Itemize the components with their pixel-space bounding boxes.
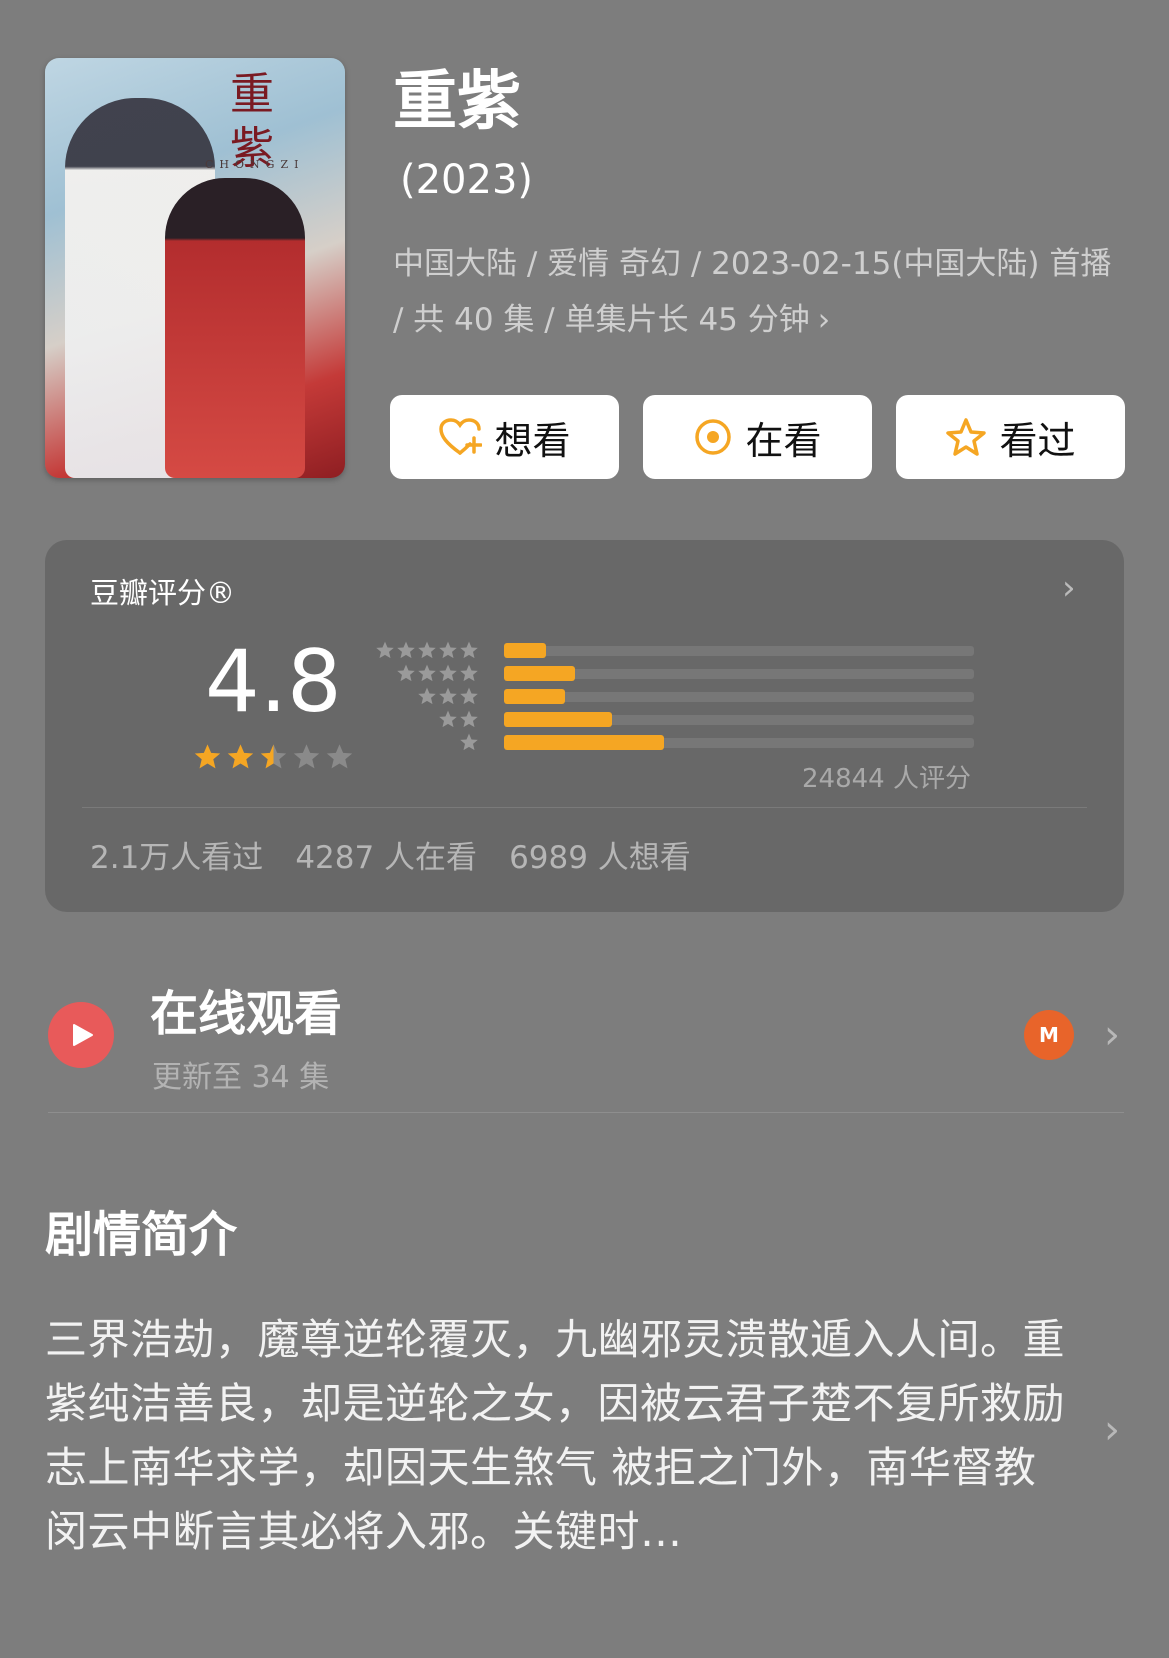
poster-figure-female (165, 178, 305, 478)
star-icon (417, 663, 437, 687)
distribution-stars (417, 686, 480, 710)
star-icon (459, 686, 479, 710)
distribution-bar (504, 689, 565, 704)
distribution-stars (459, 732, 480, 756)
star-icon (375, 640, 395, 664)
rating-stats: 2.1万人看过 4287 人在看 6989 人想看 (90, 832, 691, 877)
star-icon (459, 640, 479, 664)
stat-watching[interactable]: 4287 人在看 (295, 832, 477, 877)
page-title: 重紫 (393, 65, 521, 139)
poster-image[interactable]: 重紫 CHONGZI (45, 58, 345, 478)
star-icon (325, 742, 354, 775)
star-icon (459, 709, 479, 733)
watching-button[interactable]: 在看 (643, 395, 872, 479)
rating-title: 豆瓣评分® (90, 576, 236, 610)
star-icon (438, 640, 458, 664)
distribution-row (380, 686, 980, 708)
star-icon (438, 663, 458, 687)
star-icon (459, 732, 479, 756)
distribution-bar (504, 643, 546, 658)
star-icon (396, 663, 416, 687)
distribution-bar (504, 735, 664, 750)
meta-text: 中国大陆 / 爱情 奇幻 / 2023-02-15(中国大陆) 首播 / 共 4… (393, 246, 1112, 338)
distribution-row (380, 709, 980, 731)
distribution-bar (504, 712, 612, 727)
rating-stars (193, 742, 354, 775)
poster-pinyin: CHONGZI (205, 158, 305, 171)
chevron-right-icon[interactable]: › (1104, 1407, 1120, 1453)
mgtv-logo-icon[interactable]: M (1024, 1010, 1074, 1060)
release-year: (2023) (400, 157, 534, 203)
watched-button[interactable]: 看过 (896, 395, 1125, 479)
distribution-row (380, 663, 980, 685)
star-icon (226, 742, 255, 775)
star-icon (259, 742, 288, 775)
star-icon (417, 640, 437, 664)
star-outline-icon (945, 417, 987, 457)
distribution-bar-track (504, 692, 974, 702)
target-circle-icon (693, 417, 733, 457)
want-to-watch-label: 想看 (494, 418, 571, 463)
distribution-row (376, 640, 980, 662)
chevron-right-icon: › (817, 302, 831, 338)
distribution-row (380, 732, 980, 754)
online-watch-title[interactable]: 在线观看 (150, 984, 342, 1044)
synopsis-text[interactable]: 三界浩劫，魔尊逆轮覆灭，九幽邪灵溃散遁入人间。重紫纯洁善良，却是逆轮之女，因被云… (45, 1308, 1075, 1564)
distribution-stars (396, 663, 480, 687)
star-icon (396, 640, 416, 664)
distribution-stars (438, 709, 480, 733)
want-to-watch-button[interactable]: 想看 (390, 395, 619, 479)
divider (48, 1112, 1124, 1113)
play-icon[interactable] (48, 1002, 114, 1068)
chevron-right-icon[interactable]: › (1104, 1012, 1120, 1058)
star-icon (438, 686, 458, 710)
synopsis-title: 剧情简介 (45, 1207, 238, 1263)
watching-label: 在看 (745, 418, 822, 463)
stat-watched[interactable]: 2.1万人看过 (90, 832, 263, 877)
meta-info[interactable]: 中国大陆 / 爱情 奇幻 / 2023-02-15(中国大陆) 首播 / 共 4… (393, 236, 1123, 348)
online-watch-subtitle: 更新至 34 集 (152, 1060, 330, 1095)
star-icon (459, 663, 479, 687)
star-icon (438, 709, 458, 733)
distribution-bar-track (504, 646, 974, 656)
watched-label: 看过 (999, 418, 1076, 463)
star-icon (292, 742, 321, 775)
divider (82, 807, 1087, 808)
star-icon (193, 742, 222, 775)
rating-score: 4.8 (205, 632, 342, 732)
distribution-stars (375, 640, 480, 664)
heart-plus-icon (438, 417, 483, 457)
stat-want[interactable]: 6989 人想看 (509, 832, 691, 877)
star-icon (417, 686, 437, 710)
chevron-right-icon[interactable]: › (1062, 568, 1076, 608)
distribution-bar (504, 666, 575, 681)
rating-count: 24844 人评分 (802, 764, 971, 794)
